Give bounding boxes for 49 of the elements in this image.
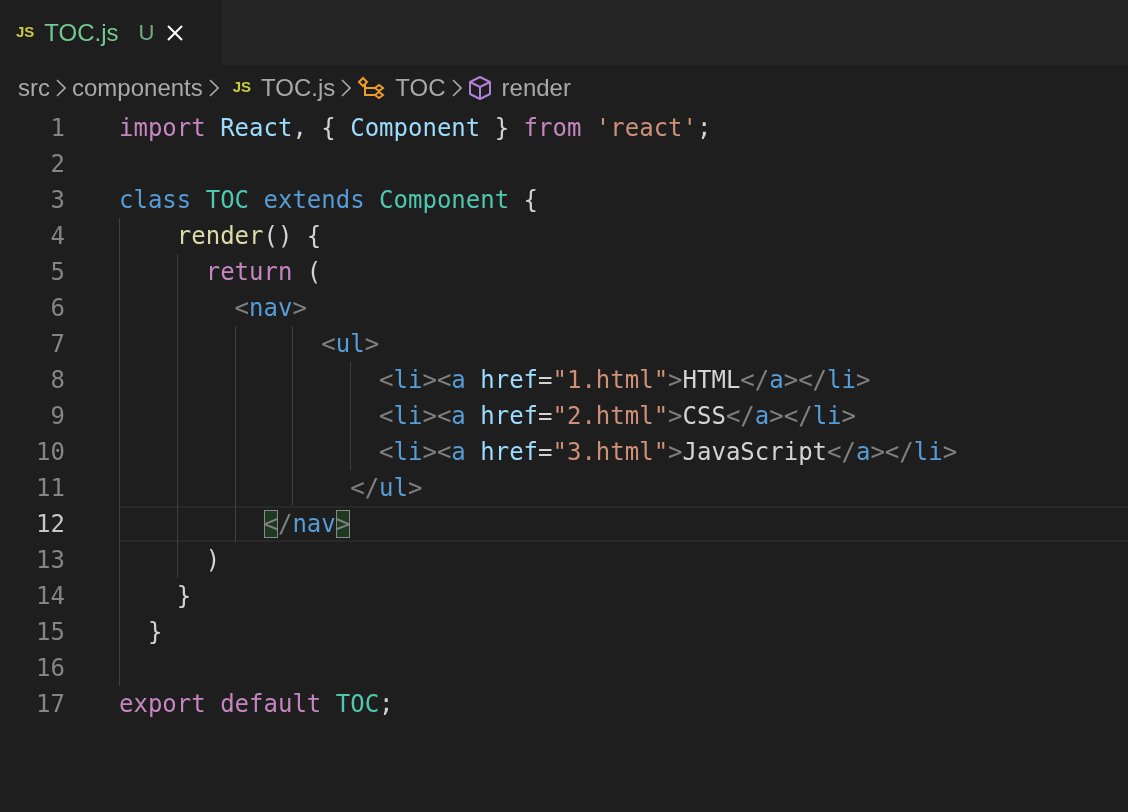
code-line: render() { [176,221,322,252]
code-line: export default TOC; [119,689,394,720]
line-number: 4 [49,221,65,252]
line-number: 13 [35,545,65,576]
line-number: 2 [49,149,65,180]
cube-icon [467,74,492,101]
breadcrumb-item[interactable]: components [72,69,203,106]
code-line: <ul> [321,329,380,360]
line-number: 5 [49,257,65,288]
line-number: 17 [35,689,65,720]
class-icon [357,75,386,100]
code-line: } [147,617,163,648]
line-number: 11 [35,473,65,504]
breadcrumb-item[interactable]: TOC [395,69,446,106]
breadcrumb-item[interactable]: TOC.js [261,69,336,106]
code-line: </ul> [350,473,423,504]
code-line: } [176,581,192,612]
line-number: 16 [35,653,65,684]
breadcrumb-item[interactable]: src [18,69,50,106]
code-line: ) [205,545,221,576]
code-line: return ( [205,257,322,288]
chevron-right-icon [208,78,219,97]
line-number: 3 [49,185,65,216]
line-number: 10 [35,437,65,468]
code-line: </nav> [263,509,351,540]
tab-label: TOC.js [44,17,119,48]
code-line: <li><a href="3.html">JavaScript</a></li> [379,437,958,468]
line-number: 6 [49,293,65,324]
line-number: 1 [49,113,65,144]
code-line: import React, { Component } from 'react'; [119,113,712,144]
code-line: <li><a href="2.html">CSS</a></li> [379,401,856,432]
chevron-right-icon [56,78,66,97]
code-line: <li><a href="1.html">HTML</a></li> [379,365,871,396]
line-number: 7 [49,329,65,360]
code-line: <nav> [234,293,307,324]
untracked-status: U [138,19,155,47]
line-number: 14 [35,581,65,612]
breadcrumb-item[interactable]: render [501,69,571,106]
line-number: 8 [49,365,65,396]
chevron-right-icon [451,78,462,97]
line-number: 9 [49,401,65,432]
js-file-icon: JS [16,21,35,44]
line-number: 15 [35,617,65,648]
chevron-right-icon [341,78,352,97]
code-line: class TOC extends Component { [119,185,539,216]
js-file-icon: JS [232,76,252,99]
close-icon[interactable] [166,23,185,42]
line-number: 12 [35,509,65,540]
editor-tab[interactable]: JS TOC.js U [0,0,222,65]
